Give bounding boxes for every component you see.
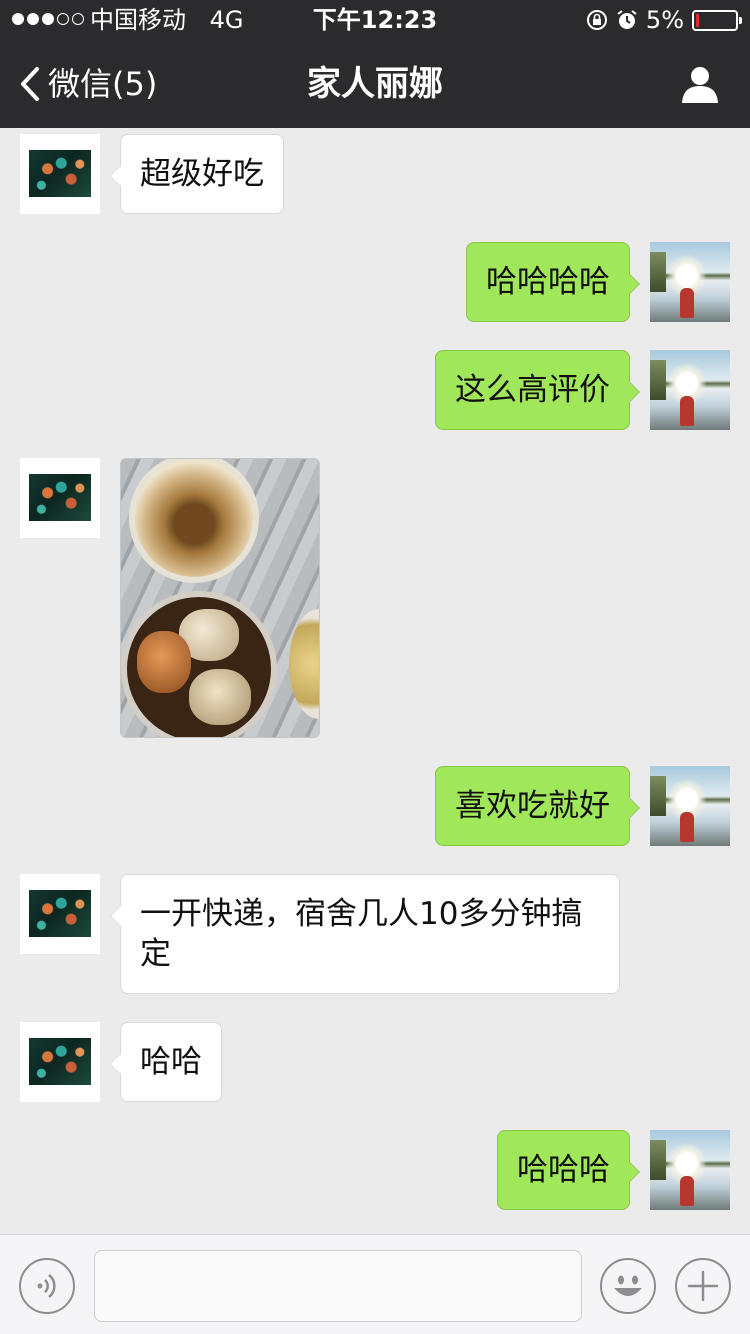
message-row: 哈哈 — [0, 1022, 750, 1102]
outgoing-bubble[interactable]: 喜欢吃就好 — [435, 766, 640, 846]
nav-bar: 微信(5) 家人丽娜 — [0, 40, 750, 128]
contact-avatar[interactable] — [20, 134, 100, 214]
input-toolbar — [0, 1234, 750, 1334]
rotation-lock-icon — [586, 10, 607, 30]
contact-avatar[interactable] — [20, 874, 100, 954]
incoming-bubble[interactable]: 哈哈 — [110, 1022, 222, 1102]
message-text: 一开快递，宿舍几人10多分钟搞定 — [140, 896, 583, 972]
person-icon[interactable] — [680, 64, 720, 104]
battery-icon — [692, 9, 742, 31]
chat-title: 家人丽娜 — [307, 64, 443, 104]
message-row: 超级好吃 — [0, 134, 750, 214]
message-row: 喜欢吃就好 — [0, 766, 750, 846]
voice-icon — [37, 1274, 56, 1298]
voice-button[interactable] — [19, 1258, 75, 1314]
message-text: 喜欢吃就好 — [455, 788, 610, 824]
more-button[interactable] — [675, 1258, 731, 1314]
alarm-icon — [617, 10, 637, 29]
message-text: 超级好吃 — [140, 156, 264, 192]
chat-area[interactable]: 超级好吃 哈哈哈哈 这么高评价 喜欢吃就好 一开快递，宿舍几人10多分钟搞定 哈… — [0, 128, 750, 1234]
image-message[interactable] — [120, 458, 320, 738]
message-row — [0, 458, 750, 738]
top-bar: 中国移动 4G 下午12:23 5% 微信(5) 家人丽娜 — [0, 0, 750, 128]
my-avatar[interactable] — [650, 242, 730, 322]
my-avatar[interactable] — [650, 766, 730, 846]
outgoing-bubble[interactable]: 哈哈哈 — [497, 1130, 640, 1210]
message-row: 一开快递，宿舍几人10多分钟搞定 — [0, 874, 750, 994]
battery-percent: 5% — [645, 6, 684, 34]
plus-icon — [687, 1270, 719, 1302]
incoming-bubble[interactable]: 一开快递，宿舍几人10多分钟搞定 — [110, 874, 620, 994]
message-row: 这么高评价 — [0, 350, 750, 430]
message-row: 哈哈哈哈 — [0, 242, 750, 322]
emoji-icon — [614, 1275, 642, 1296]
contact-avatar[interactable] — [20, 458, 100, 538]
message-text: 哈哈 — [140, 1044, 202, 1080]
my-avatar[interactable] — [650, 350, 730, 430]
status-bar: 中国移动 4G 下午12:23 5% — [0, 0, 750, 40]
emoji-button[interactable] — [600, 1258, 656, 1314]
message-text: 这么高评价 — [455, 372, 610, 408]
message-row: 哈哈哈 — [0, 1130, 750, 1210]
message-text: 哈哈哈哈 — [486, 264, 610, 300]
outgoing-bubble[interactable]: 哈哈哈哈 — [466, 242, 640, 322]
incoming-bubble[interactable]: 超级好吃 — [110, 134, 284, 214]
status-right: 5% — [586, 6, 742, 34]
contact-avatar[interactable] — [20, 1022, 100, 1102]
outgoing-bubble[interactable]: 这么高评价 — [435, 350, 640, 430]
battery-level — [696, 13, 699, 27]
message-text: 哈哈哈 — [517, 1152, 610, 1188]
my-avatar[interactable] — [650, 1130, 730, 1210]
message-input[interactable] — [94, 1250, 582, 1322]
